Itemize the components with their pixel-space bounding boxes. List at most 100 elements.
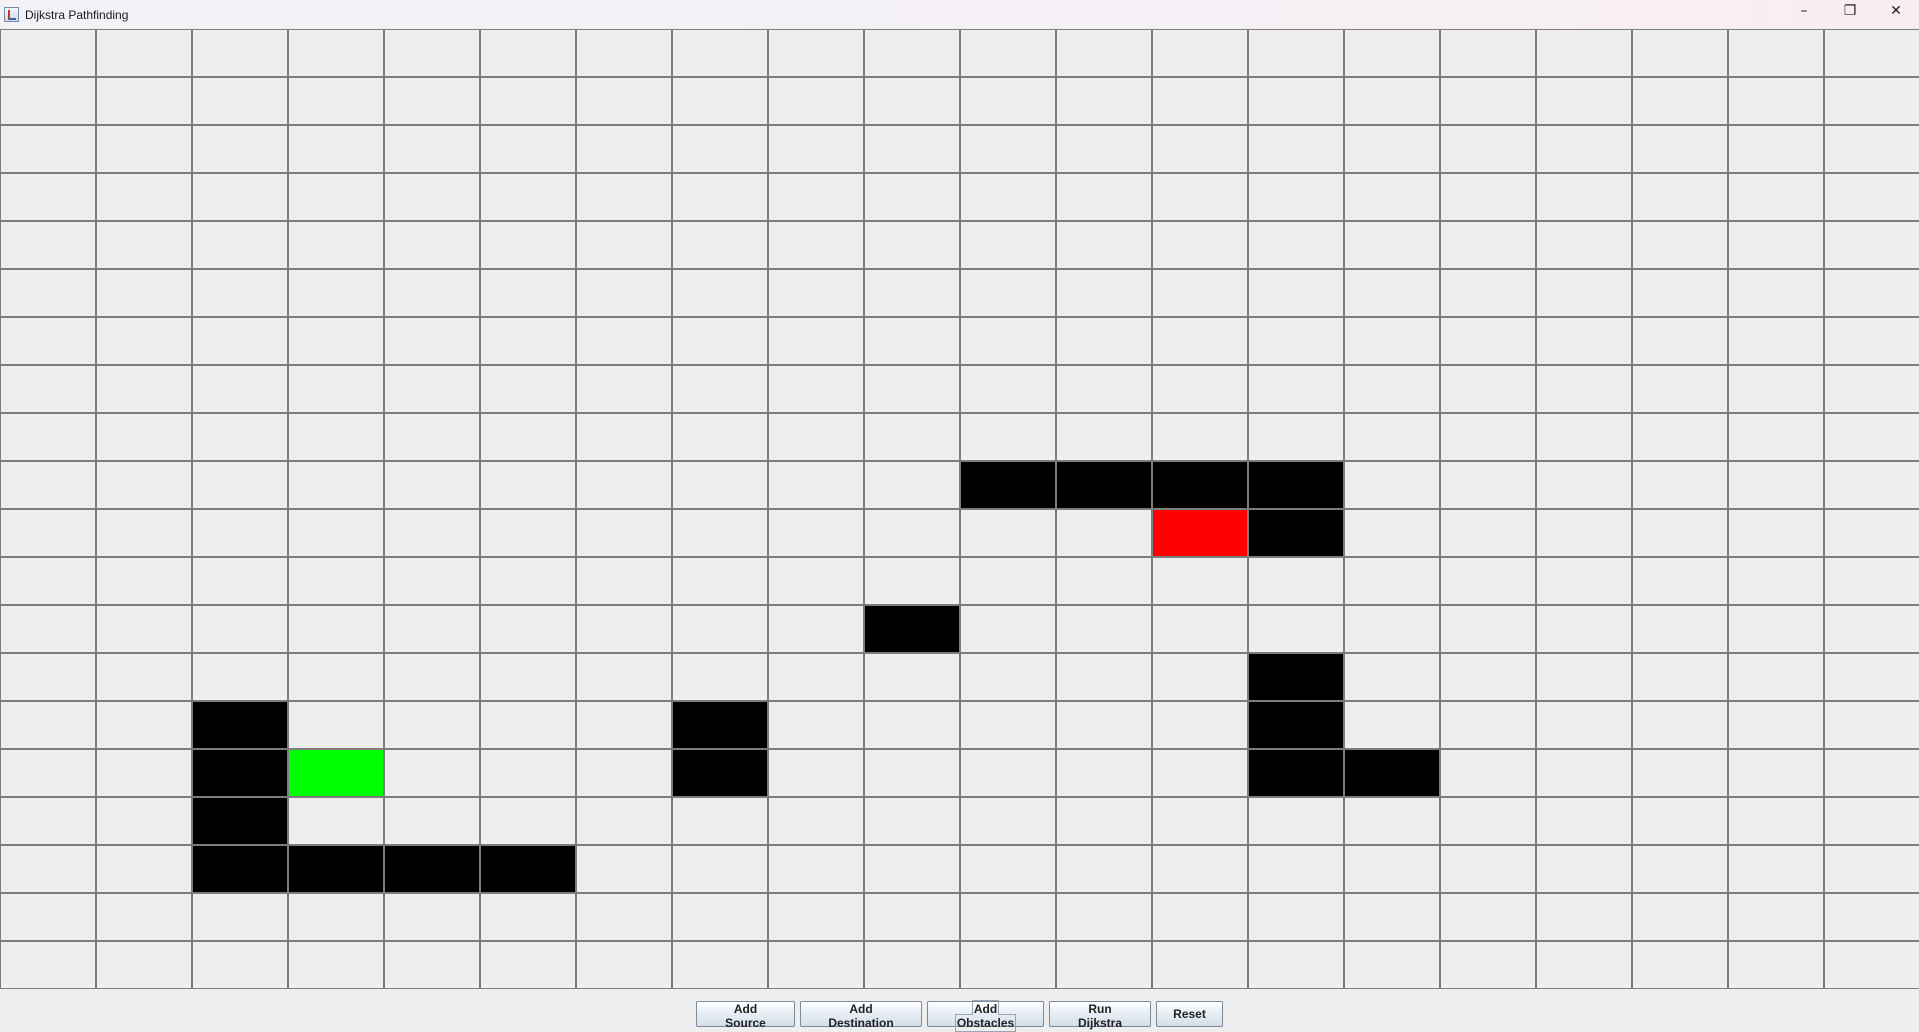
grid-cell[interactable] (480, 461, 576, 509)
grid-cell[interactable] (768, 125, 864, 173)
grid-cell[interactable] (576, 797, 672, 845)
grid-cell[interactable] (1632, 701, 1728, 749)
obstacle-cell[interactable] (288, 845, 384, 893)
grid-cell[interactable] (96, 845, 192, 893)
grid-cell[interactable] (960, 797, 1056, 845)
grid-cell[interactable] (384, 509, 480, 557)
grid-cell[interactable] (960, 77, 1056, 125)
grid-cell[interactable] (1440, 941, 1536, 989)
grid-cell[interactable] (1632, 365, 1728, 413)
grid-cell[interactable] (1440, 461, 1536, 509)
grid-cell[interactable] (1632, 941, 1728, 989)
grid-cell[interactable] (480, 509, 576, 557)
grid-cell[interactable] (0, 509, 96, 557)
grid-cell[interactable] (576, 749, 672, 797)
obstacle-cell[interactable] (1056, 461, 1152, 509)
grid-cell[interactable] (1728, 413, 1824, 461)
grid-cell[interactable] (672, 173, 768, 221)
grid-cell[interactable] (1728, 125, 1824, 173)
obstacle-cell[interactable] (192, 701, 288, 749)
grid-cell[interactable] (384, 29, 480, 77)
grid-cell[interactable] (1632, 77, 1728, 125)
grid-cell[interactable] (768, 893, 864, 941)
grid-cell[interactable] (480, 173, 576, 221)
grid-cell[interactable] (1632, 653, 1728, 701)
grid-cell[interactable] (96, 605, 192, 653)
grid-cell[interactable] (864, 893, 960, 941)
grid-cell[interactable] (864, 77, 960, 125)
grid-cell[interactable] (1824, 845, 1919, 893)
run-dijkstra-button[interactable]: Run Dijkstra (1049, 1001, 1151, 1030)
grid-cell[interactable] (1152, 77, 1248, 125)
grid-cell[interactable] (0, 269, 96, 317)
grid-cell[interactable] (1248, 893, 1344, 941)
obstacle-cell[interactable] (480, 845, 576, 893)
grid-cell[interactable] (1728, 605, 1824, 653)
grid-cell[interactable] (1056, 653, 1152, 701)
grid-cell[interactable] (768, 701, 864, 749)
grid-cell[interactable] (480, 749, 576, 797)
grid-cell[interactable] (1440, 365, 1536, 413)
grid-cell[interactable] (864, 557, 960, 605)
obstacle-cell[interactable] (864, 605, 960, 653)
grid-cell[interactable] (192, 413, 288, 461)
grid-cell[interactable] (1536, 797, 1632, 845)
grid-cell[interactable] (768, 461, 864, 509)
grid-cell[interactable] (384, 365, 480, 413)
grid-cell[interactable] (1344, 941, 1440, 989)
grid-cell[interactable] (576, 893, 672, 941)
grid-cell[interactable] (0, 173, 96, 221)
grid-cell[interactable] (576, 413, 672, 461)
grid-cell[interactable] (960, 941, 1056, 989)
grid-cell[interactable] (1056, 269, 1152, 317)
grid-cell[interactable] (1824, 749, 1919, 797)
grid-cell[interactable] (1728, 317, 1824, 365)
obstacle-cell[interactable] (384, 845, 480, 893)
grid-cell[interactable] (768, 77, 864, 125)
grid-cell[interactable] (0, 557, 96, 605)
grid-cell[interactable] (864, 845, 960, 893)
obstacle-cell[interactable] (960, 461, 1056, 509)
grid-cell[interactable] (672, 461, 768, 509)
grid-cell[interactable] (288, 125, 384, 173)
grid-cell[interactable] (960, 365, 1056, 413)
grid-cell[interactable] (1728, 173, 1824, 221)
grid-cell[interactable] (1824, 653, 1919, 701)
grid-cell[interactable] (384, 701, 480, 749)
grid-cell[interactable] (1632, 509, 1728, 557)
grid-cell[interactable] (576, 509, 672, 557)
grid-cell[interactable] (1824, 701, 1919, 749)
obstacle-cell[interactable] (1248, 509, 1344, 557)
grid-cell[interactable] (1824, 365, 1919, 413)
grid-cell[interactable] (192, 941, 288, 989)
grid-cell[interactable] (192, 125, 288, 173)
grid-cell[interactable] (672, 557, 768, 605)
grid-cell[interactable] (288, 269, 384, 317)
grid-cell[interactable] (192, 605, 288, 653)
grid-cell[interactable] (768, 365, 864, 413)
grid-cell[interactable] (1632, 221, 1728, 269)
grid-cell[interactable] (1824, 29, 1919, 77)
grid-cell[interactable] (1824, 77, 1919, 125)
grid-cell[interactable] (1824, 509, 1919, 557)
grid-cell[interactable] (1632, 845, 1728, 893)
grid-cell[interactable] (1248, 797, 1344, 845)
grid-cell[interactable] (1440, 413, 1536, 461)
grid-cell[interactable] (1632, 605, 1728, 653)
grid-cell[interactable] (864, 269, 960, 317)
grid-cell[interactable] (960, 269, 1056, 317)
grid-cell[interactable] (480, 317, 576, 365)
grid-cell[interactable] (1824, 413, 1919, 461)
grid-cell[interactable] (192, 173, 288, 221)
grid-cell[interactable] (480, 29, 576, 77)
grid-cell[interactable] (1440, 605, 1536, 653)
grid-cell[interactable] (288, 653, 384, 701)
grid-cell[interactable] (480, 557, 576, 605)
grid-cell[interactable] (480, 941, 576, 989)
grid-cell[interactable] (1536, 893, 1632, 941)
grid-cell[interactable] (1344, 173, 1440, 221)
grid-cell[interactable] (96, 125, 192, 173)
grid-cell[interactable] (1056, 749, 1152, 797)
grid-cell[interactable] (960, 605, 1056, 653)
grid-cell[interactable] (480, 269, 576, 317)
